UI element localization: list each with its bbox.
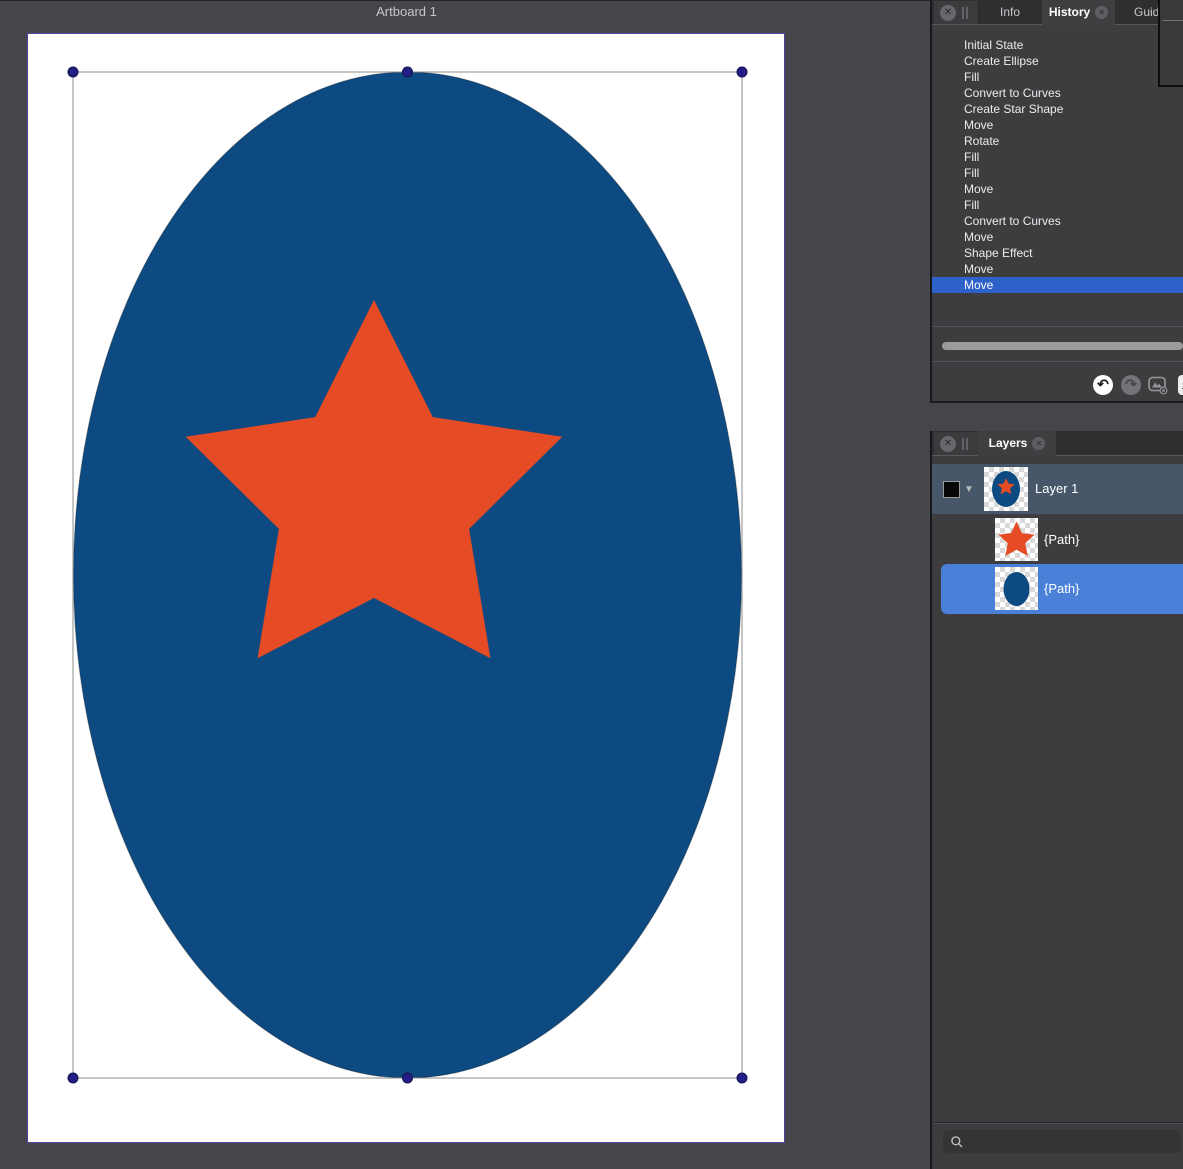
handle-bottom-left[interactable] (68, 1073, 78, 1083)
history-list: Initial State Create Ellipse Fill Conver… (932, 37, 1183, 293)
layer-name[interactable]: Layer 1 (1035, 481, 1078, 496)
panel-utility-segment: ✕ (934, 1, 979, 24)
clipped-panel-button[interactable] (1178, 375, 1183, 395)
history-item[interactable]: Fill (932, 69, 1183, 85)
layer-visibility-checkbox[interactable] (943, 481, 960, 498)
slider-groove-top (932, 326, 1183, 327)
tab-history[interactable]: History✕ (1042, 0, 1115, 25)
history-item[interactable]: Initial State (932, 37, 1183, 53)
undo-icon: ↶ (1097, 376, 1109, 392)
tab-history-close-icon[interactable]: ✕ (1095, 6, 1108, 19)
history-item[interactable]: Create Star Shape (932, 101, 1183, 117)
redo-icon: ↷ (1125, 376, 1137, 392)
cycle-futures-button[interactable] (1148, 375, 1168, 395)
search-icon (950, 1135, 964, 1149)
chevron-down-icon[interactable]: ▼ (964, 484, 974, 495)
history-item[interactable]: Move (932, 117, 1183, 133)
layer-row-star-path[interactable]: {Path} (932, 516, 1183, 564)
panel-close-icon[interactable]: ✕ (940, 5, 956, 21)
handle-top-right[interactable] (737, 67, 747, 77)
canvas-shapes (0, 0, 930, 1169)
floating-window-edge (1162, 20, 1183, 21)
search-separator-highlight (932, 1123, 1183, 1124)
history-item[interactable]: Move (932, 229, 1183, 245)
tab-layers[interactable]: Layers✕ (978, 431, 1056, 456)
history-item[interactable]: Shape Effect (932, 245, 1183, 261)
snapshot-icon (1148, 375, 1168, 395)
history-item[interactable]: Fill (932, 197, 1183, 213)
history-item[interactable]: Move (932, 261, 1183, 277)
ellipse-path-thumbnail[interactable] (995, 567, 1038, 610)
handle-bottom-center[interactable] (403, 1073, 413, 1083)
handle-top-left[interactable] (68, 67, 78, 77)
history-item[interactable]: Create Ellipse (932, 53, 1183, 69)
panel-drag-grip-icon[interactable] (962, 7, 968, 19)
history-panel: ✕ Info History✕ Guide Initial State Crea… (930, 0, 1183, 403)
layers-search-box[interactable] (943, 1130, 1181, 1153)
layer-row-ellipse-path-selected[interactable]: {Path} (941, 564, 1183, 614)
handle-top-center[interactable] (403, 67, 413, 77)
history-panel-tabbar: ✕ Info History✕ Guide (932, 0, 1183, 25)
slider-groove-bottom (932, 361, 1183, 362)
path-name[interactable]: {Path} (1044, 581, 1079, 596)
floating-window-corner (1158, 0, 1183, 87)
layers-panel-tabbar: ✕ Layers✕ (932, 431, 1183, 456)
history-item[interactable]: Convert to Curves (932, 85, 1183, 101)
history-item[interactable]: Fill (932, 149, 1183, 165)
layers-search-input[interactable] (968, 1134, 1181, 1150)
redo-button[interactable]: ↷ (1121, 375, 1141, 395)
panel-close-icon[interactable]: ✕ (940, 436, 956, 452)
history-item[interactable]: Rotate (932, 133, 1183, 149)
star-path-thumbnail[interactable] (995, 518, 1038, 561)
tab-info[interactable]: Info (978, 0, 1042, 24)
application-window: Artboard 1 ✕ Info History✕ Guide Initial… (0, 0, 1183, 1169)
history-item[interactable]: Convert to Curves (932, 213, 1183, 229)
history-item[interactable]: Move (932, 181, 1183, 197)
history-item[interactable]: Fill (932, 165, 1183, 181)
handle-bottom-right[interactable] (737, 1073, 747, 1083)
history-position-slider[interactable] (942, 342, 1183, 350)
layer-row-layer1[interactable]: ▼ Layer 1 (932, 464, 1183, 514)
panel-utility-segment: ✕ (934, 432, 979, 455)
layers-panel: ✕ Layers✕ ▼ Layer 1 {Pat (930, 431, 1183, 1169)
path-name[interactable]: {Path} (1044, 532, 1079, 547)
history-item-selected[interactable]: Move (932, 277, 1183, 293)
tab-layers-close-icon[interactable]: ✕ (1032, 437, 1045, 450)
panel-drag-grip-icon[interactable] (962, 438, 968, 450)
undo-button[interactable]: ↶ (1093, 375, 1113, 395)
layer-thumbnail[interactable] (984, 467, 1028, 511)
